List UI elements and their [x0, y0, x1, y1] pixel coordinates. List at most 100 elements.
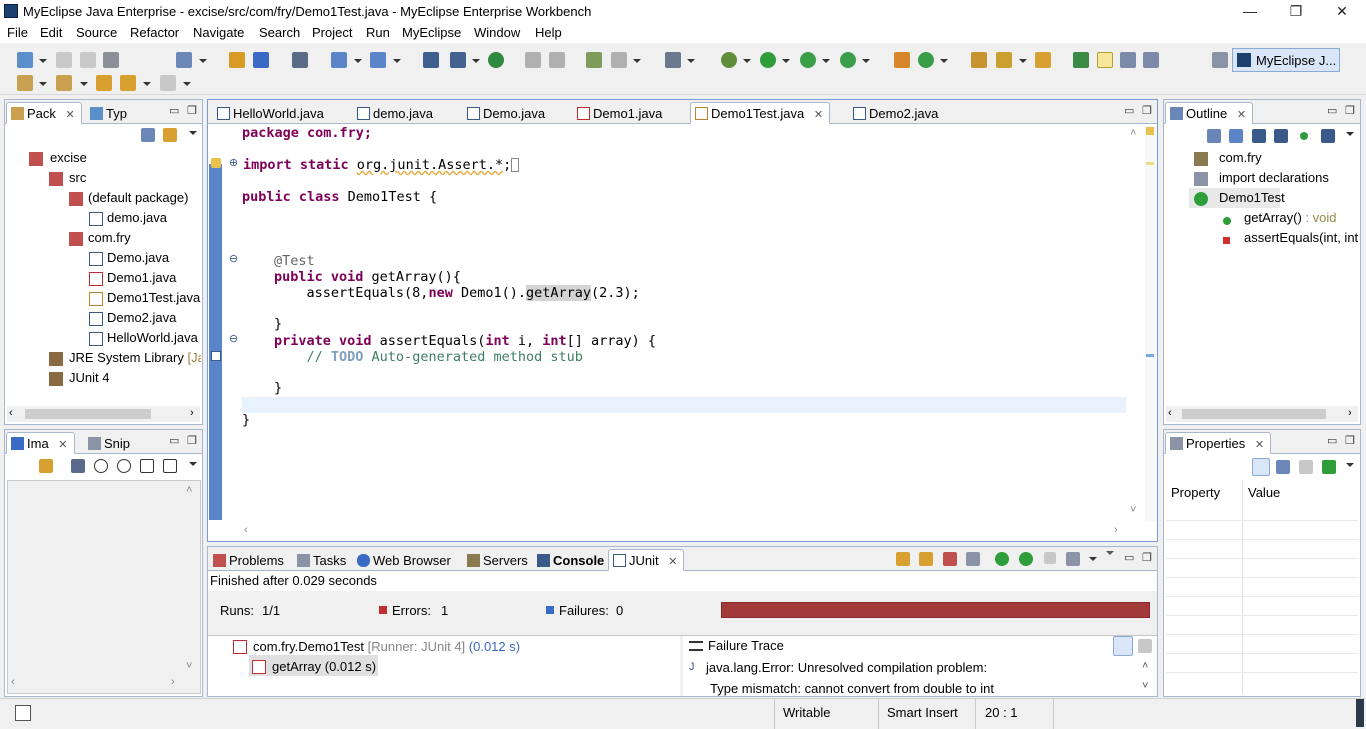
- tree-item-Demo2-java[interactable]: Demo2.java: [107, 310, 176, 325]
- save-all-icon[interactable]: [80, 52, 96, 68]
- search-type-icon[interactable]: [370, 52, 386, 68]
- code-line-3[interactable]: public class Demo1Test {: [242, 189, 437, 205]
- tree-item-src[interactable]: src: [69, 170, 86, 185]
- highlight-icon[interactable]: [1097, 52, 1113, 68]
- next-failure-icon[interactable]: [896, 552, 910, 566]
- filter-stack-trace-icon[interactable]: [1113, 636, 1133, 656]
- menu-navigate[interactable]: Navigate: [193, 25, 244, 40]
- chevron-down-icon[interactable]: [743, 59, 751, 63]
- test-suite-item[interactable]: com.fry.Demo1Test [Runner: JUnit 4] (0.0…: [253, 639, 520, 654]
- advanced-icon[interactable]: [1299, 460, 1313, 474]
- tab-Demo-java[interactable]: Demo.java: [462, 102, 552, 124]
- fit-window-icon[interactable]: [163, 459, 177, 473]
- chevron-left-icon[interactable]: ‹: [11, 676, 15, 688]
- save-icon[interactable]: [56, 52, 72, 68]
- close-icon[interactable]: ✕: [1255, 439, 1264, 451]
- failure-trace-line-1[interactable]: java.lang.Error: Unresolved compilation …: [706, 660, 987, 675]
- code-line-4[interactable]: @Test: [274, 253, 315, 269]
- ejb-icon[interactable]: [525, 52, 541, 68]
- code-line-1[interactable]: package com.fry;: [242, 125, 372, 141]
- chevron-right-icon[interactable]: ›: [1348, 407, 1352, 419]
- maximize-view-button[interactable]: ❐: [1142, 551, 1152, 564]
- close-icon[interactable]: ✕: [814, 109, 823, 121]
- fit-icon[interactable]: [71, 459, 85, 473]
- sort-icon[interactable]: [1229, 129, 1243, 143]
- menu-help[interactable]: Help: [535, 25, 562, 40]
- view-menu-icon[interactable]: [1106, 551, 1114, 555]
- close-icon[interactable]: ✕: [58, 439, 67, 451]
- perspective-myeclipse-java[interactable]: MyEclipse J...: [1232, 48, 1340, 72]
- tab-junit[interactable]: JUnit ✕: [608, 549, 685, 571]
- maximize-view-button[interactable]: ❐: [187, 104, 197, 117]
- folded-block[interactable]: [511, 158, 520, 172]
- hide-static-icon[interactable]: [1274, 129, 1288, 143]
- close-icon[interactable]: ✕: [1237, 109, 1246, 121]
- compare-icon[interactable]: [1138, 639, 1152, 653]
- close-button[interactable]: ✕: [1319, 0, 1365, 22]
- chevron-left-icon[interactable]: ‹: [1168, 407, 1172, 419]
- last-edit-icon[interactable]: [96, 75, 112, 91]
- debug-icon[interactable]: [721, 52, 737, 68]
- outline-item-imports[interactable]: import declarations: [1219, 170, 1329, 185]
- maximize-view-button[interactable]: ❐: [1345, 434, 1355, 447]
- tree-item-junit4[interactable]: JUnit 4: [69, 370, 109, 385]
- minimize-button[interactable]: —: [1227, 0, 1273, 22]
- view-menu-icon[interactable]: [189, 131, 197, 135]
- maximize-view-button[interactable]: ❐: [1345, 104, 1355, 117]
- tab-demo-java[interactable]: demo.java: [352, 102, 440, 124]
- test-history-icon[interactable]: [1066, 552, 1080, 566]
- whitespace-icon[interactable]: [1143, 52, 1159, 68]
- warning-marker[interactable]: [1146, 162, 1154, 165]
- chevron-down-icon[interactable]: [1019, 59, 1027, 63]
- tab-Demo1-java[interactable]: Demo1.java: [572, 102, 669, 124]
- outline-item-class[interactable]: Demo1Test: [1219, 190, 1285, 205]
- failure-trace-line-2[interactable]: Type mismatch: cannot convert from doubl…: [710, 681, 994, 696]
- menu-run[interactable]: Run: [366, 25, 390, 40]
- show-failures-only-icon[interactable]: [943, 552, 957, 566]
- zoom-out-icon[interactable]: [94, 459, 108, 473]
- warning-marker-icon[interactable]: [1146, 127, 1154, 135]
- minimize-view-button[interactable]: ▭: [1327, 104, 1337, 117]
- maximize-button[interactable]: ❐: [1273, 0, 1319, 22]
- code-line-6[interactable]: assertEquals(8,new Demo1().getArray(2.3)…: [274, 285, 640, 301]
- rerun-failed-first-icon[interactable]: [1019, 552, 1033, 566]
- chevron-up-icon[interactable]: ˄: [1142, 660, 1148, 672]
- tree-item-default-package[interactable]: (default package): [88, 190, 188, 205]
- maximize-view-button[interactable]: ❐: [187, 434, 197, 447]
- tab-tasks[interactable]: Tasks: [292, 549, 353, 571]
- minimize-view-button[interactable]: ▭: [1124, 551, 1134, 564]
- code-line-9[interactable]: // TODO Auto-generated method stub: [274, 349, 583, 365]
- chevron-down-icon[interactable]: [1089, 557, 1097, 561]
- tab-type-hierarchy[interactable]: Typ: [85, 102, 134, 124]
- scroll-thumb[interactable]: [1182, 409, 1326, 419]
- camera-icon[interactable]: [665, 52, 681, 68]
- tab-snippets[interactable]: Snip: [83, 432, 137, 454]
- task-marker[interactable]: [1146, 354, 1154, 357]
- back-icon[interactable]: [120, 75, 136, 91]
- menu-refactor[interactable]: Refactor: [130, 25, 179, 40]
- chevron-up-icon[interactable]: ˄: [186, 484, 192, 496]
- code-line-10[interactable]: }: [274, 380, 282, 396]
- run-icon[interactable]: [760, 52, 776, 68]
- test-case-item[interactable]: getArray (0.012 s): [272, 659, 376, 674]
- open-perspective-icon[interactable]: [1212, 52, 1228, 68]
- chevron-down-icon[interactable]: [687, 59, 695, 63]
- tab-Demo1Test-java[interactable]: Demo1Test.java ✕: [690, 102, 831, 124]
- chevron-down-icon[interactable]: [354, 59, 362, 63]
- view-menu-icon[interactable]: [189, 462, 197, 466]
- hierarchy-icon[interactable]: [423, 52, 439, 68]
- tree-item-jre-library[interactable]: JRE System Library [Jav: [69, 350, 201, 365]
- tree-item-Demo1Test-java[interactable]: Demo1Test.java: [107, 290, 200, 305]
- server-icon[interactable]: [253, 52, 269, 68]
- restore-default-icon[interactable]: [1322, 460, 1336, 474]
- chevron-left-icon[interactable]: ‹: [244, 524, 248, 536]
- rerun-test-icon[interactable]: [995, 552, 1009, 566]
- tree-item-HelloWorld-java[interactable]: HelloWorld.java: [107, 330, 198, 345]
- hide-fields-icon[interactable]: [1252, 129, 1266, 143]
- tab-properties[interactable]: Properties ✕: [1165, 432, 1272, 454]
- chevron-right-icon[interactable]: ›: [190, 407, 194, 419]
- forward-icon[interactable]: [160, 75, 176, 91]
- code-line-2[interactable]: import static org.junit.Assert.*;: [243, 157, 520, 173]
- tab-servers[interactable]: Servers: [462, 549, 535, 571]
- new-icon[interactable]: [17, 52, 33, 68]
